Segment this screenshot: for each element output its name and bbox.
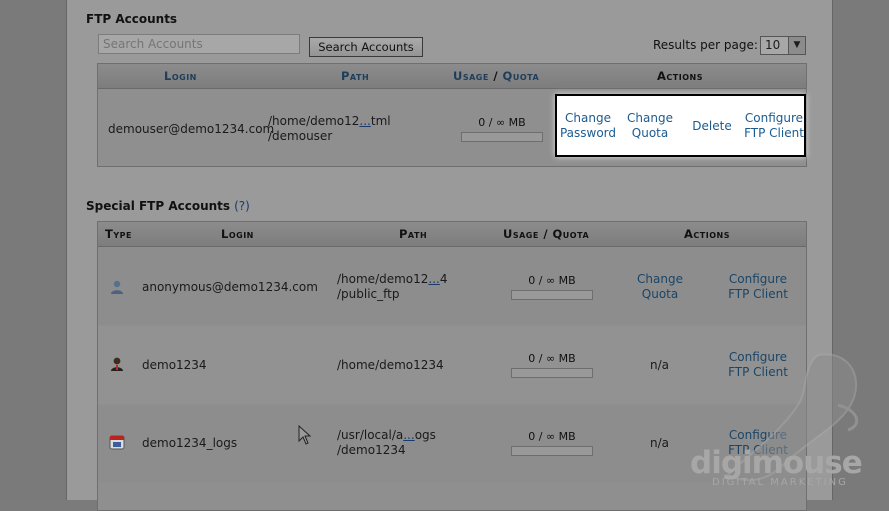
logs-icon [109,435,125,450]
results-per-page-select[interactable]: 10 ▼ [760,36,806,55]
ftp-row-login: demouser@demo1234.com [108,122,275,136]
header-actions: Actions [657,69,703,83]
table-header: Type Login Path Usage / Quota Actions [98,222,806,247]
path-line2: /demouser [268,129,333,143]
header-login: Login [221,227,254,241]
configure-ftp-client-link[interactable]: ConfigureFTP Client [722,272,794,302]
ftp-accounts-title: FTP Accounts [86,12,178,26]
configure-ftp-client-link[interactable]: ConfigureFTP Client [740,111,808,141]
usage-bar [511,290,593,300]
special-row-path: /usr/local/a...ogs /demo1234 [337,428,436,458]
path-part: tml [370,114,391,128]
search-accounts-button[interactable]: Search Accounts [309,37,423,57]
special-row-usage: 0 / ∞ MB [528,352,576,365]
header-usage: Usage [453,69,489,83]
watermark-tagline: DIGITAL MARKETING [712,477,848,488]
special-row-action-na: n/a [650,358,670,372]
special-row-action-na: n/a [650,436,670,450]
special-row-usage: 0 / ∞ MB [528,430,576,443]
usage-bar [511,446,593,456]
path-ellipsis-link[interactable]: ... [359,114,370,128]
usage-bar [461,132,543,142]
header-path[interactable]: Path [341,69,369,83]
path-ellipsis-link[interactable]: ... [428,272,439,286]
search-accounts-input[interactable] [98,34,300,54]
results-per-page-value: 10 [765,38,781,52]
chevron-down-icon[interactable]: ▼ [788,37,805,54]
ftp-row-usage: 0 / ∞ MB [478,116,526,129]
table-header: Login Path Usage / Quota Actions [98,64,806,89]
header-path: Path [399,227,428,241]
ftp-row-path: /home/demo12...tml /demouser [268,114,391,144]
path-part: /usr/local/a [337,428,404,442]
main-user-icon [111,357,123,371]
special-row-path: /home/demo1234 [337,358,444,372]
results-per-page-label: Results per page: [653,38,758,52]
path-ellipsis-link[interactable]: ... [403,428,414,442]
header-quota: Quota [502,69,540,83]
path-part: ogs [414,428,436,442]
delete-link[interactable]: Delete [688,119,736,134]
path-line2: /demo1234 [337,443,406,457]
header-usage-quota: Usage / Quota [503,227,590,241]
special-row-path: /home/demo12...4 /public_ftp [337,272,448,302]
header-usage-quota[interactable]: Usage / Quota [453,69,539,83]
path-line2: /public_ftp [337,287,400,301]
left-gutter [0,0,67,500]
help-link[interactable]: (?) [234,199,250,213]
usage-bar [511,368,593,378]
mouse-cursor-icon [298,425,312,445]
anonymous-user-icon [111,280,123,294]
change-quota-link[interactable]: Change Quota [630,272,690,302]
path-part: /home/demo12 [268,114,360,128]
header-slash: / [488,69,503,83]
special-row-login: demo1234_logs [142,436,238,450]
path-part: /home/demo12 [337,272,429,286]
special-ftp-title: Special FTP Accounts (?) [86,199,250,213]
special-row-login: anonymous@demo1234.com [142,280,318,294]
change-quota-link[interactable]: Change Quota [624,111,676,141]
path-part: 4 [439,272,448,286]
change-password-link[interactable]: Change Password [558,111,618,141]
special-row-login: demo1234 [142,358,207,372]
special-row-usage: 0 / ∞ MB [528,274,576,287]
special-ftp-title-text: Special FTP Accounts [86,199,231,213]
header-type: Type [105,227,132,241]
header-actions: Actions [684,227,730,241]
watermark-brand: digimouse [690,445,863,481]
header-login[interactable]: Login [164,69,197,83]
